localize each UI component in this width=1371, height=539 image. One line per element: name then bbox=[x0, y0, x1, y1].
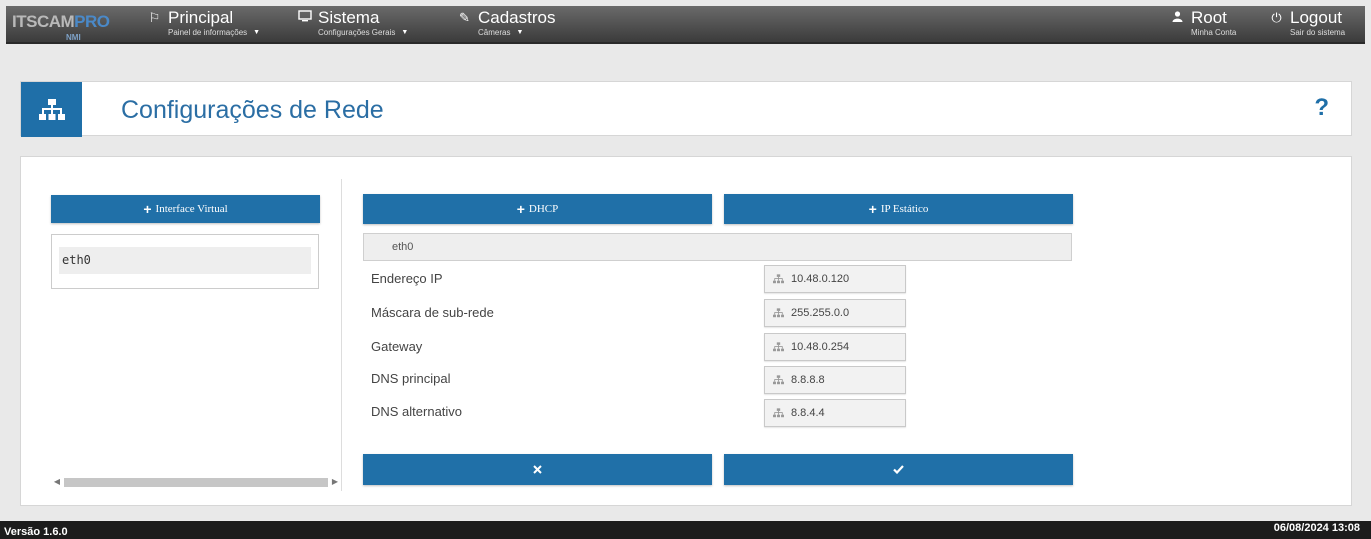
primary-dns-field[interactable]: 8.8.8.8 bbox=[764, 366, 906, 394]
alternate-dns-label: DNS alternativo bbox=[371, 404, 463, 419]
gateway-field[interactable]: 10.48.0.254 bbox=[764, 333, 906, 361]
panel-divider bbox=[341, 179, 342, 491]
network-icon bbox=[773, 375, 784, 385]
power-icon: ⏻ bbox=[1271, 10, 1282, 25]
interface-list: eth0 bbox=[51, 234, 319, 289]
network-icon bbox=[773, 342, 784, 352]
caret-down-icon: ▼ bbox=[401, 29, 409, 36]
top-navbar: ITSCAMPRO NMI ⚐ Principal Painel de infor… bbox=[6, 6, 1365, 44]
scroll-left-icon[interactable]: ◀ bbox=[51, 475, 63, 489]
nav-sistema-sub: Configurações Gerais bbox=[318, 28, 396, 37]
monitor-icon bbox=[296, 9, 313, 27]
page-header: Configurações de Rede ? bbox=[20, 81, 1352, 137]
help-button[interactable]: ? bbox=[1314, 94, 1329, 122]
dhcp-button[interactable]: + DHCP bbox=[363, 194, 712, 224]
flag-icon: ⚐ bbox=[148, 10, 161, 25]
gateway-label: Gateway bbox=[371, 339, 423, 354]
logo-sub-text: NMI bbox=[66, 33, 81, 42]
nav-cadastros-label: Cadastros bbox=[478, 8, 556, 27]
add-virtual-interface-button[interactable]: + Interface Virtual bbox=[51, 195, 320, 223]
network-icon bbox=[773, 274, 784, 284]
static-ip-label: IP Estático bbox=[880, 203, 929, 215]
scrollbar-thumb[interactable] bbox=[64, 478, 328, 487]
primary-dns-value: 8.8.8.8 bbox=[791, 374, 825, 386]
selected-interface-bar: eth0 bbox=[363, 233, 1072, 261]
nav-cadastros[interactable]: ✎ Cadastros Câmeras ▼ bbox=[456, 9, 555, 41]
status-footer: Versão 1.6.0 06/08/2024 13:08 bbox=[0, 521, 1371, 539]
network-icon bbox=[21, 82, 82, 137]
network-config-panel: + Interface Virtual eth0 ◀ ▶ + DHCP + IP… bbox=[20, 156, 1352, 506]
plus-icon: + bbox=[516, 201, 525, 217]
plus-icon: + bbox=[143, 201, 152, 217]
nav-principal-label: Principal bbox=[168, 8, 234, 27]
app-logo[interactable]: ITSCAMPRO NMI bbox=[12, 12, 110, 42]
ip-address-label: Endereço IP bbox=[371, 271, 443, 286]
subnet-mask-label: Máscara de sub-rede bbox=[371, 305, 494, 320]
nav-logout[interactable]: ⏻ Logout Sair do sistema bbox=[1268, 9, 1345, 41]
edit-icon: ✎ bbox=[459, 10, 470, 25]
version-text: Versão 1.6.0 bbox=[4, 526, 68, 538]
page-title: Configurações de Rede bbox=[121, 96, 384, 124]
nav-sistema[interactable]: Sistema Configurações Gerais ▼ bbox=[296, 9, 408, 41]
nav-logout-sub: Sair do sistema bbox=[1290, 28, 1346, 37]
confirm-button[interactable] bbox=[724, 454, 1073, 485]
caret-down-icon: ▼ bbox=[253, 29, 261, 36]
list-item[interactable]: eth0 bbox=[59, 247, 311, 274]
ip-address-field[interactable]: 10.48.0.120 bbox=[764, 265, 906, 293]
nav-cadastros-sub: Câmeras bbox=[478, 28, 511, 37]
add-virtual-interface-label: Interface Virtual bbox=[155, 203, 228, 215]
network-icon bbox=[773, 308, 784, 318]
nav-user-label: Root bbox=[1191, 8, 1227, 27]
datetime-text: 06/08/2024 13:08 bbox=[1273, 522, 1360, 534]
nav-principal-sub: Painel de informações bbox=[168, 28, 248, 37]
nav-logout-label: Logout bbox=[1290, 8, 1342, 27]
alternate-dns-value: 8.8.4.4 bbox=[791, 407, 825, 419]
gateway-value: 10.48.0.254 bbox=[791, 341, 850, 353]
interface-list-scrollbar[interactable]: ◀ ▶ bbox=[51, 475, 341, 489]
network-icon bbox=[773, 408, 784, 418]
subnet-mask-value: 255.255.0.0 bbox=[791, 307, 850, 319]
primary-dns-label: DNS principal bbox=[371, 371, 451, 386]
plus-icon: + bbox=[868, 201, 877, 217]
dhcp-label: DHCP bbox=[528, 203, 559, 215]
nav-user[interactable]: Root Minha Conta bbox=[1169, 9, 1236, 41]
nav-principal[interactable]: ⚐ Principal Painel de informações ▼ bbox=[146, 9, 260, 41]
close-icon bbox=[533, 465, 542, 474]
nav-sistema-label: Sistema bbox=[318, 8, 380, 27]
ip-address-value: 10.48.0.120 bbox=[791, 273, 850, 285]
caret-down-icon: ▼ bbox=[516, 29, 524, 36]
nav-user-sub: Minha Conta bbox=[1191, 28, 1237, 37]
user-icon bbox=[1169, 9, 1186, 27]
scroll-right-icon[interactable]: ▶ bbox=[329, 475, 341, 489]
cancel-button[interactable] bbox=[363, 454, 712, 485]
check-icon bbox=[893, 465, 904, 474]
alternate-dns-field[interactable]: 8.8.4.4 bbox=[764, 399, 906, 427]
subnet-mask-field[interactable]: 255.255.0.0 bbox=[764, 299, 906, 327]
logo-text: ITSCAM bbox=[12, 12, 75, 31]
static-ip-button[interactable]: + IP Estático bbox=[724, 194, 1073, 224]
